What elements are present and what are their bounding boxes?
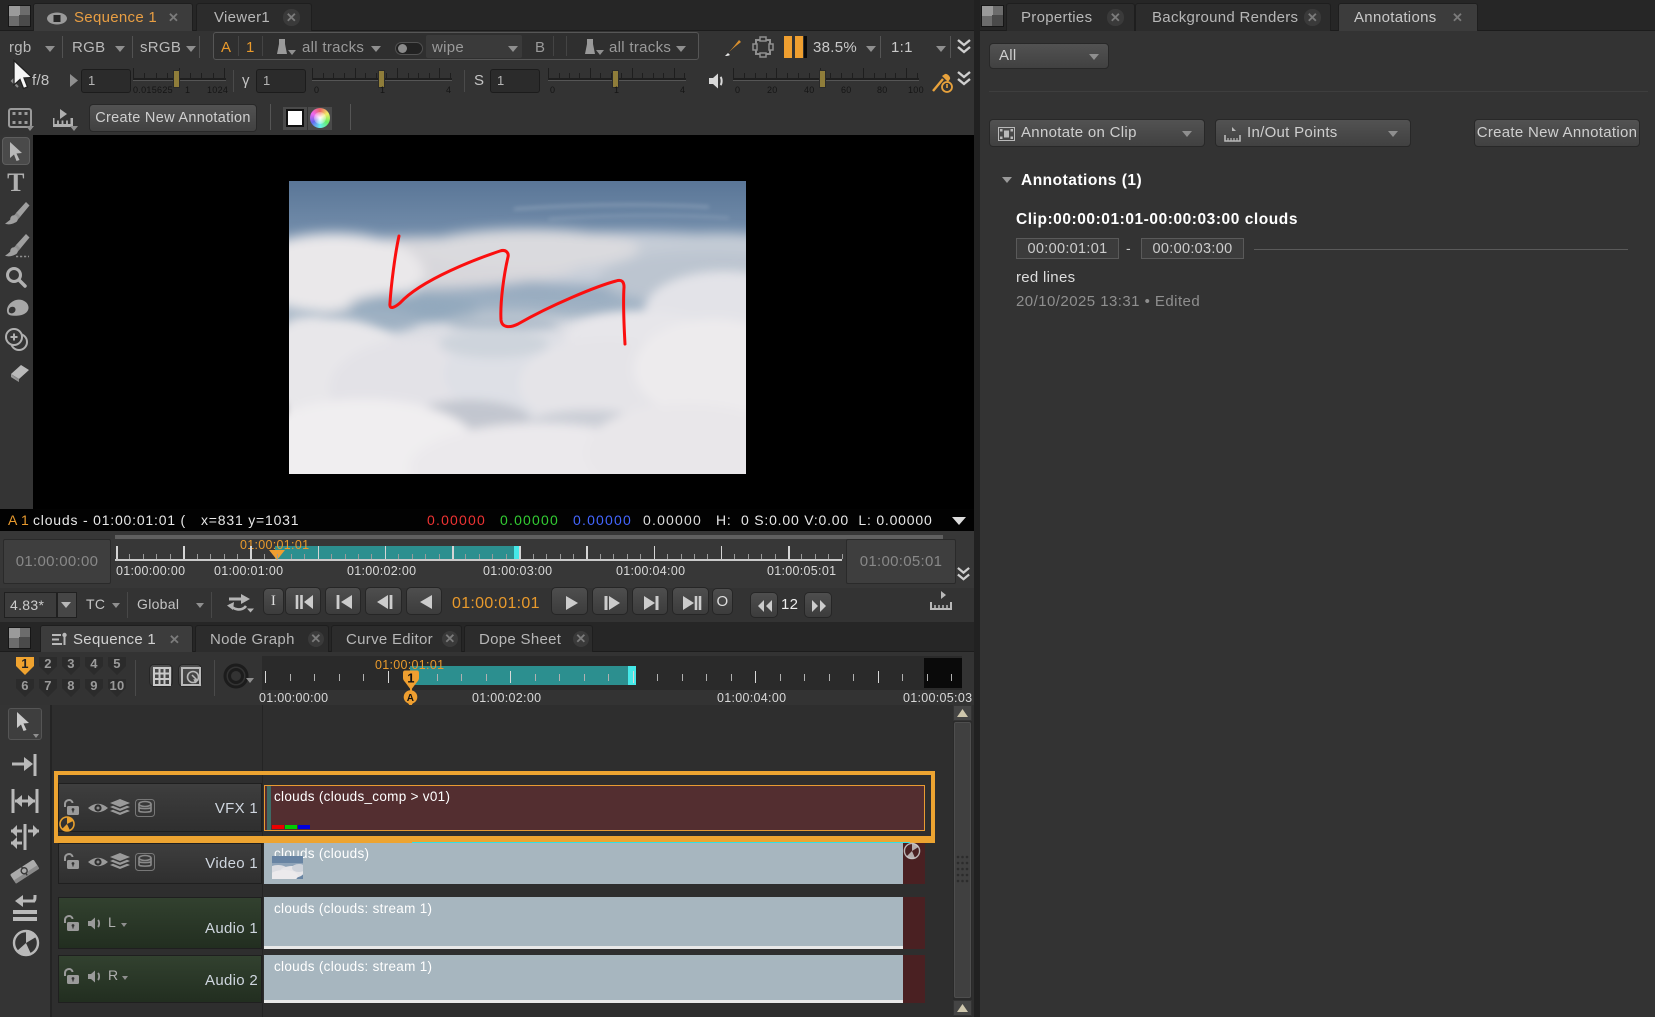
svg-text:3: 3 (67, 656, 75, 671)
svg-text:7: 7 (44, 678, 52, 693)
svg-text:1: 1 (407, 671, 415, 686)
svg-text:2: 2 (44, 656, 52, 671)
svg-text:1: 1 (21, 656, 29, 671)
svg-text:4: 4 (90, 656, 98, 671)
svg-text:9: 9 (90, 678, 98, 693)
svg-text:8: 8 (67, 678, 75, 693)
svg-text:6: 6 (21, 678, 29, 693)
svg-text:A: A (407, 693, 415, 704)
svg-text:5: 5 (113, 656, 121, 671)
svg-text:10: 10 (109, 678, 124, 693)
